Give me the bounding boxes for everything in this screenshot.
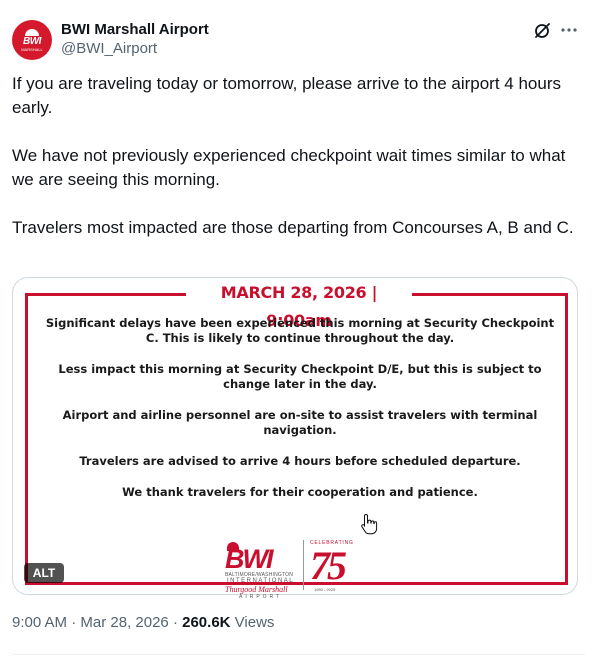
tweet-paragraph: If you are traveling today or tomorrow, … (12, 74, 561, 117)
bwi-logo-main-text: BWI (225, 544, 274, 574)
avatar-subtext: MARSHALL (21, 46, 43, 52)
notice-header: MARCH 28, 2026 | 9:00am (186, 279, 412, 330)
divider (12, 654, 585, 655)
meta-separator: · (172, 614, 178, 631)
tweet-paragraph: We have not previously experienced check… (12, 146, 566, 189)
bwi-logo-line: AIRPORT (239, 594, 283, 600)
tweet-meta: 9:00 AM · Mar 28, 2026 · 260.6K Views (12, 614, 274, 631)
tweet-date[interactable]: Mar 28, 2026 (80, 614, 168, 631)
tweet-post: BWI MARSHALL BWI Marshall Airport @BWI_A… (0, 0, 597, 658)
alt-text-badge[interactable]: ALT (24, 563, 64, 583)
views-label: Views (234, 614, 275, 631)
logo-divider (303, 540, 304, 590)
avatar[interactable]: BWI MARSHALL (12, 20, 52, 60)
more-icon[interactable] (559, 20, 579, 40)
author-display-name[interactable]: BWI Marshall Airport (61, 21, 209, 38)
anniversary-logo: CELEBRATING 75 1950 - 2025 (310, 540, 370, 592)
notice-line: We thank travelers for their cooperation… (122, 485, 478, 499)
tweet-time[interactable]: 9:00 AM (12, 614, 67, 631)
notice-line: Less impact this morning at Security Che… (58, 362, 542, 391)
avatar-text: BWI (23, 35, 41, 47)
author-handle[interactable]: @BWI_Airport (61, 40, 157, 57)
grok-icon[interactable] (533, 22, 551, 40)
tweet-text: If you are traveling today or tomorrow, … (12, 72, 582, 240)
tweet-paragraph: Travelers most impacted are those depart… (12, 218, 574, 237)
notice-line: Travelers are advised to arrive 4 hours … (79, 454, 521, 468)
bwi-logo-line: INTERNATIONAL (227, 578, 295, 584)
hand-cursor-icon (361, 513, 378, 535)
avatar-dome-shape (25, 28, 39, 36)
views-count: 260.6K (182, 614, 231, 631)
anniversary-years: 1950 - 2025 (314, 587, 336, 592)
notice-line: Airport and airline personnel are on-sit… (62, 408, 538, 437)
bwi-logo: BWI BALTIMORE/WASHINGTON INTERNATIONAL T… (225, 540, 301, 600)
notice-body: Significant delays have been experienced… (40, 316, 560, 500)
meta-separator: · (71, 614, 77, 631)
anniversary-number: 75 (310, 543, 347, 588)
notice-line: Significant delays have been experienced… (45, 316, 555, 345)
bwi-logo-script: Thurgood Marshall (225, 585, 288, 594)
